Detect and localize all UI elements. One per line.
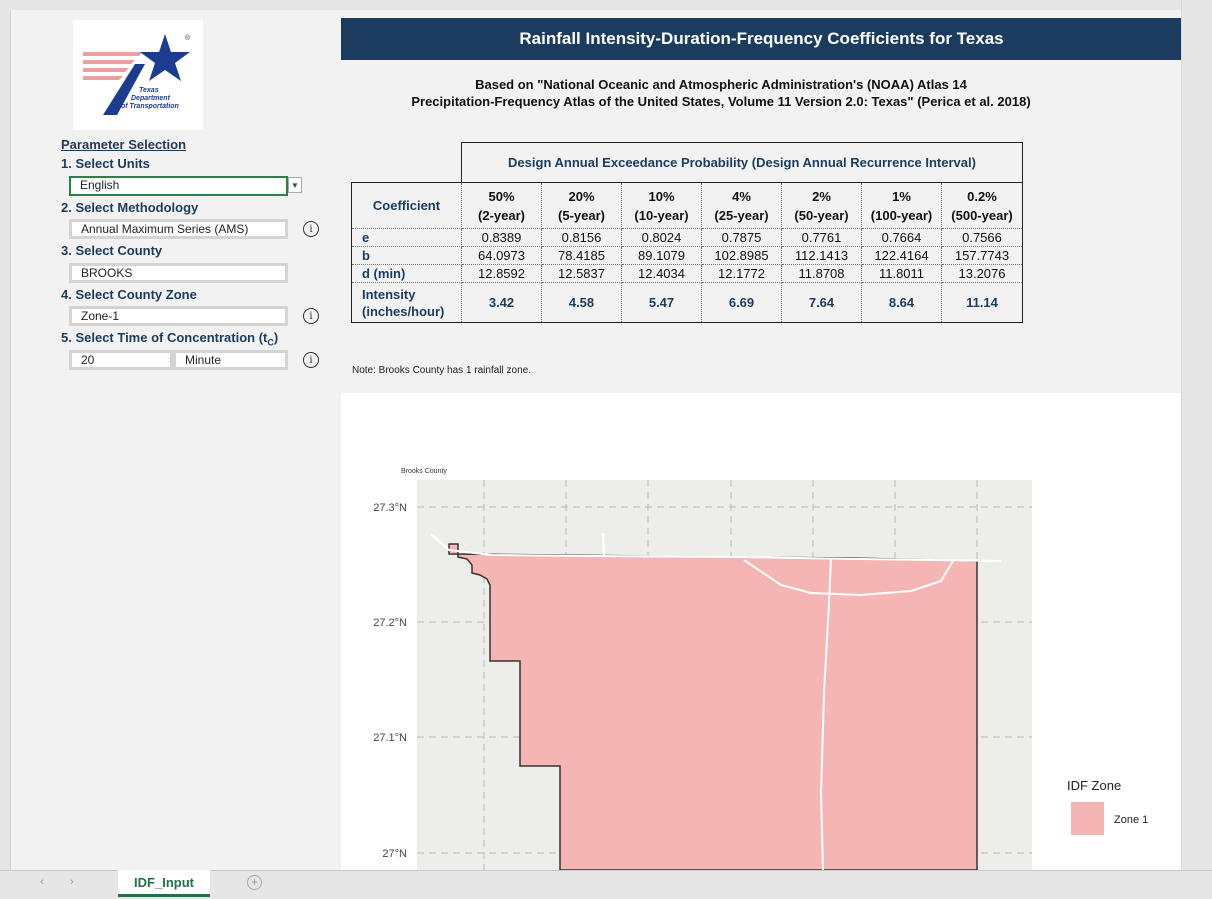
svg-text:Department: Department [131, 95, 171, 102]
window-top-strip [0, 0, 1212, 10]
step-select-zone-label: 4. Select County Zone [61, 287, 197, 302]
column-header: 1% (100-year) [861, 182, 942, 229]
zone-value: Zone-1 [81, 309, 120, 323]
tab-idf-input[interactable]: IDF_Input [118, 870, 210, 897]
intensity-row: Intensity (inches/hour) 3.42 4.58 5.47 6.… [351, 282, 1023, 323]
idf-coefficient-table: Design Annual Exceedance Probability (De… [351, 142, 1023, 323]
table-row: b 64.0973 78.4185 89.1079 102.8985 112.1… [351, 246, 1023, 265]
lat-label: 27.3°N [373, 502, 407, 514]
lat-label: 27.2°N [373, 617, 407, 629]
subtitle-line-1: Based on "National Oceanic and Atmospher… [475, 77, 967, 92]
methodology-info-icon[interactable]: i [303, 221, 319, 237]
legend-title: IDF Zone [1067, 778, 1121, 793]
step-select-methodology-label: 2. Select Methodology [61, 200, 199, 215]
step-select-county-label: 3. Select County [61, 243, 163, 258]
vertical-scrollbar[interactable] [1181, 0, 1212, 870]
intensity-label: Intensity (inches/hour) [351, 282, 462, 323]
units-value: English [80, 178, 120, 192]
methodology-value: Annual Maximum Series (AMS) [81, 222, 249, 236]
legend-item-label: Zone 1 [1114, 814, 1148, 826]
methodology-field[interactable]: Annual Maximum Series (AMS) [69, 219, 288, 239]
step-select-units-label: 1. Select Units [61, 156, 150, 171]
tc-info-icon[interactable]: i [303, 352, 319, 368]
prev-sheet-icon[interactable]: ‹ [40, 876, 44, 888]
tc-unit-field[interactable]: Minute [173, 350, 288, 370]
worksheet-area: Rainfall Intensity-Duration-Frequency Co… [10, 10, 1181, 870]
units-select[interactable]: English [69, 176, 288, 196]
table-row: d (min) 12.8592 12.5837 12.4034 12.1772 … [351, 264, 1023, 283]
units-dropdown-button[interactable]: ▼ [288, 177, 302, 193]
county-map-svg: Brooks County 27.3°N 27.2°N 27.1°N 27°N … [373, 468, 1148, 870]
chevron-down-icon: ▼ [291, 180, 299, 190]
column-header: 2% (50-year) [781, 182, 862, 229]
table-row: e 0.8389 0.8156 0.8024 0.7875 0.7761 0.7… [351, 228, 1023, 247]
row-header-strip [0, 0, 10, 870]
legend-swatch [1071, 802, 1104, 835]
column-header: 20% (5-year) [541, 182, 622, 229]
county-field[interactable]: BROOKS [69, 263, 288, 283]
table-group-header: Design Annual Exceedance Probability (De… [461, 142, 1023, 183]
column-header: 4% (25-year) [701, 182, 782, 229]
svg-text:®: ® [185, 34, 191, 42]
page-title-text: Rainfall Intensity-Duration-Frequency Co… [519, 29, 1004, 48]
add-sheet-icon[interactable]: + [247, 875, 262, 890]
lat-label: 27°N [382, 848, 407, 860]
county-value: BROOKS [81, 266, 133, 280]
column-header: 50% (2-year) [461, 182, 542, 229]
county-map: Brooks County 27.3°N 27.2°N 27.1°N 27°N … [341, 393, 1181, 870]
zone-info-icon[interactable]: i [303, 308, 319, 324]
tc-value: 20 [81, 353, 95, 367]
tc-value-field[interactable]: 20 [69, 350, 173, 370]
page-title: Rainfall Intensity-Duration-Frequency Co… [341, 18, 1181, 60]
txdot-logo-icon: ® Texas Department of Transportation [73, 20, 203, 130]
parameter-selection-heading: Parameter Selection [61, 137, 187, 152]
lat-label: 27.1°N [373, 732, 407, 744]
zone-note: Note: Brooks County has 1 rainfall zone. [352, 365, 531, 376]
map-title: Brooks County [401, 468, 447, 475]
step-time-of-concentration-label: 5. Select Time of Concentration (tC) [61, 330, 279, 348]
coefficient-header: Coefficient [351, 182, 462, 229]
svg-text:of Transportation: of Transportation [121, 103, 179, 110]
subtitle-line-2: Precipitation-Frequency Atlas of the Uni… [411, 94, 1031, 109]
subtitle: Based on "National Oceanic and Atmospher… [241, 76, 1181, 110]
column-header: 10% (10-year) [621, 182, 702, 229]
zone-field[interactable]: Zone-1 [69, 306, 288, 326]
txdot-logo: ® Texas Department of Transportation [73, 20, 203, 130]
tc-unit: Minute [185, 353, 222, 367]
next-sheet-icon[interactable]: › [70, 876, 74, 888]
column-header: 0.2% (500-year) [941, 182, 1023, 229]
tab-idf-input-label: IDF_Input [134, 874, 194, 890]
svg-text:Texas: Texas [139, 87, 159, 94]
